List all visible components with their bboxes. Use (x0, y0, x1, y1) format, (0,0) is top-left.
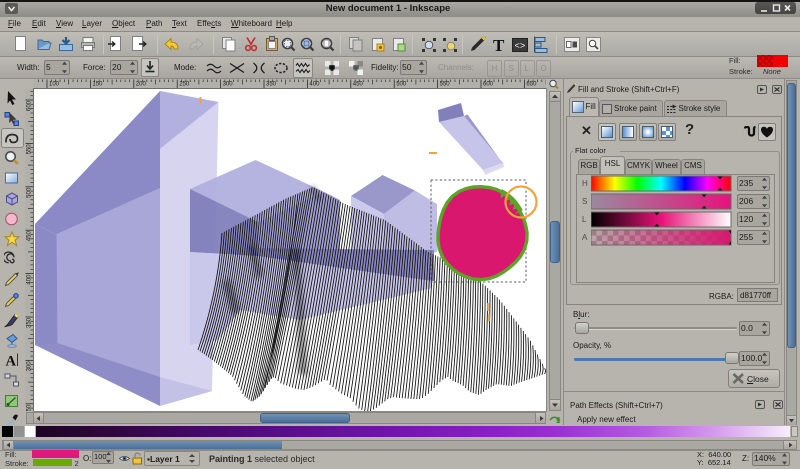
svg-text:600: 600 (483, 82, 494, 88)
svg-text:100: 100 (49, 82, 60, 88)
svg-text:250: 250 (27, 404, 33, 411)
svg-text:150: 150 (92, 82, 103, 88)
svg-text:550: 550 (440, 82, 451, 88)
svg-text:350: 350 (27, 317, 33, 328)
svg-text:300: 300 (223, 82, 234, 88)
svg-text:300: 300 (27, 361, 33, 372)
svg-text:500: 500 (27, 187, 33, 198)
svg-text:400: 400 (27, 274, 33, 285)
svg-text:350: 350 (266, 82, 277, 88)
svg-text:200: 200 (136, 82, 147, 88)
svg-text:T: T (493, 36, 505, 53)
svg-text:A: A (6, 354, 17, 369)
svg-text:600: 600 (27, 100, 33, 111)
svg-text:<>: <> (515, 41, 526, 51)
svg-text:550: 550 (27, 144, 33, 155)
svg-text:400: 400 (309, 82, 320, 88)
svg-text:650: 650 (526, 82, 537, 88)
svg-text:500: 500 (396, 82, 407, 88)
svg-text:450: 450 (27, 231, 33, 242)
svg-text:450: 450 (353, 82, 364, 88)
svg-text:250: 250 (179, 82, 190, 88)
